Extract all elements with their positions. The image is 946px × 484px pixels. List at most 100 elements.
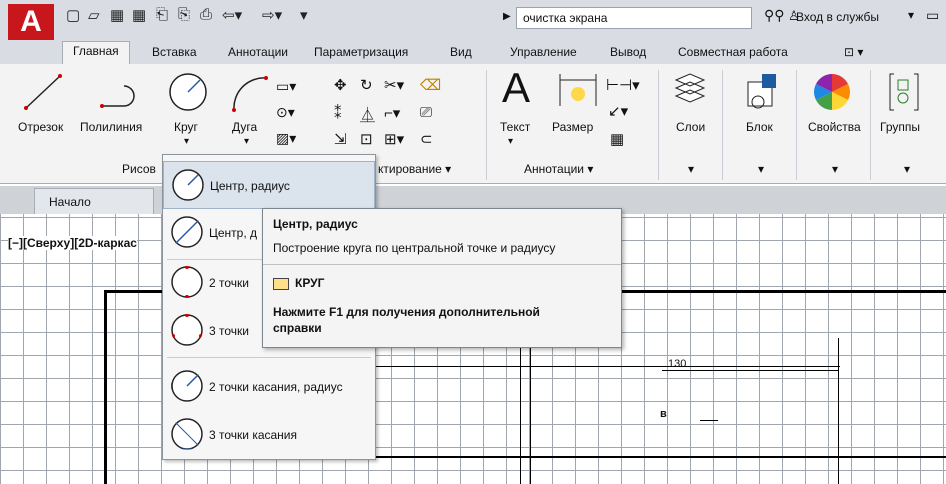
tooltip: Центр, радиус Построение круга по центра… <box>262 208 622 348</box>
panel-divider <box>722 70 723 180</box>
tool-label-circle[interactable]: Круг <box>174 120 198 134</box>
tab-insert[interactable]: Вставка <box>152 45 197 59</box>
save-icon[interactable]: ▦ <box>110 6 124 24</box>
quick-access-menu-icon[interactable]: ▾ <box>300 6 308 24</box>
tool-label-layers[interactable]: Слои <box>676 120 705 134</box>
tab-start[interactable]: Начало <box>34 188 154 214</box>
ellipse-icon[interactable]: ⊙▾ <box>276 104 295 121</box>
copy-icon[interactable]: ⁑ <box>334 104 342 122</box>
tooltip-command: КРУГ <box>295 276 325 290</box>
circle-tan-tan-radius-icon <box>171 370 203 402</box>
menu-item-tan-tan-tan[interactable]: 3 точки касания <box>163 411 375 459</box>
array-icon[interactable]: ⊞▾ <box>384 130 404 148</box>
panel-footer-layers[interactable]: ▾ <box>688 162 694 176</box>
undo-icon[interactable]: ⇦▾ <box>222 6 242 24</box>
tool-label-block[interactable]: Блок <box>746 120 773 134</box>
panel-footer-draw[interactable]: Рисов <box>122 162 156 176</box>
fillet-icon[interactable]: ⌐▾ <box>384 104 400 122</box>
arc-icon[interactable] <box>228 70 272 114</box>
tab-annotate[interactable]: Аннотации <box>228 45 288 59</box>
save-as-icon[interactable]: ▦ <box>132 6 146 24</box>
rotate-icon[interactable]: ↻ <box>360 76 373 94</box>
tab-collaborate[interactable]: Совместная работа <box>678 45 788 59</box>
properties-icon[interactable] <box>812 72 852 112</box>
binoculars-icon[interactable]: ⚲⚲ <box>764 7 785 24</box>
cart-icon[interactable]: ▭ <box>926 7 939 24</box>
tool-label-polyline[interactable]: Полилиния <box>80 120 142 134</box>
menu-item-center-radius[interactable]: Центр, радиус <box>163 161 375 209</box>
drawing-line <box>370 366 840 367</box>
signin-dropdown-icon[interactable]: ▾ <box>908 8 914 22</box>
panel-divider <box>796 70 797 180</box>
print-icon[interactable]: ⎙ <box>200 6 212 23</box>
open-file-icon[interactable]: ▱ <box>88 6 100 24</box>
tab-view[interactable]: Вид <box>450 45 472 59</box>
menu-item-label: Центр, д <box>209 226 258 240</box>
panel-footer-modify[interactable]: ктирование ▾ <box>378 162 451 176</box>
tab-manage[interactable]: Управление <box>510 45 577 59</box>
tool-label-properties[interactable]: Свойства <box>808 120 861 134</box>
viewport-controls-label[interactable]: [−][Сверху][2D-каркас <box>8 236 137 250</box>
circle-icon[interactable] <box>166 70 210 114</box>
circle-center-diameter-icon <box>171 216 203 248</box>
table-icon[interactable]: ▦ <box>610 130 624 148</box>
panel-divider <box>870 70 871 180</box>
search-input[interactable]: очистка экрана <box>516 7 752 29</box>
circle-2-points-icon <box>171 266 203 298</box>
panel-footer-block[interactable]: ▾ <box>758 162 764 176</box>
app-logo-button[interactable]: A <box>8 4 54 40</box>
panel-footer-annotation[interactable]: Аннотации ▾ <box>524 162 593 176</box>
tab-extra[interactable]: ⊡ ▾ <box>844 45 863 59</box>
circle-dropdown-icon[interactable]: ▾ <box>184 136 189 147</box>
tooltip-divider <box>263 264 621 265</box>
polyline-icon[interactable] <box>98 74 146 114</box>
dimension-icon[interactable] <box>556 72 600 108</box>
drawing-line <box>520 346 521 484</box>
new-file-icon[interactable]: ▢ <box>66 6 80 24</box>
drawing-line <box>838 338 839 484</box>
layers-icon[interactable] <box>672 70 708 110</box>
arrow-line <box>700 420 718 421</box>
scale-icon[interactable]: ⊡ <box>360 130 373 148</box>
menu-item-label: 3 точки касания <box>209 428 298 442</box>
tool-label-text[interactable]: Текст <box>500 120 530 134</box>
tab-output[interactable]: Вывод <box>610 45 646 59</box>
signin-button[interactable]: Вход в службы <box>796 10 879 24</box>
linear-dim-icon[interactable]: ⊢⊣▾ <box>606 76 640 94</box>
publish-icon[interactable]: ⎗ <box>156 6 168 23</box>
arc-dropdown-icon[interactable]: ▾ <box>244 136 249 147</box>
tool-label-dimension[interactable]: Размер <box>552 120 593 134</box>
section-label: в <box>660 408 667 420</box>
text-icon[interactable]: A <box>502 64 530 112</box>
menu-item-tan-tan-radius[interactable]: 2 точки касания, радиус <box>163 363 375 411</box>
panel-divider <box>658 70 659 180</box>
leader-icon[interactable]: ↙▾ <box>608 102 628 120</box>
explode-icon[interactable]: ⎚ <box>420 104 432 121</box>
tool-label-arc[interactable]: Дуга <box>232 120 257 134</box>
mirror-icon[interactable]: ⏅ <box>360 104 375 125</box>
rectangle-icon[interactable]: ▭▾ <box>276 78 296 95</box>
groups-icon[interactable] <box>886 72 922 112</box>
block-icon[interactable] <box>744 72 780 110</box>
panel-footer-groups[interactable]: ▾ <box>904 162 910 176</box>
menu-divider <box>167 357 371 358</box>
line-icon[interactable] <box>22 70 66 114</box>
offset-icon[interactable]: ⊂ <box>420 130 433 148</box>
dimension-line <box>662 370 838 371</box>
tab-home[interactable]: Главная <box>62 41 130 64</box>
hatch-icon[interactable]: ▨▾ <box>276 130 296 147</box>
stretch-icon[interactable]: ⇲ <box>334 130 347 148</box>
drawing-line <box>370 456 946 458</box>
tab-parametric[interactable]: Параметризация <box>314 45 408 59</box>
erase-icon[interactable]: ⌫ <box>420 76 441 94</box>
move-icon[interactable]: ✥ <box>334 76 347 94</box>
redo-icon[interactable]: ⇨▾ <box>262 6 282 24</box>
tool-label-groups[interactable]: Группы <box>880 120 920 134</box>
tool-label-line[interactable]: Отрезок <box>18 120 63 134</box>
search-expand-icon[interactable]: ▶ <box>503 11 511 22</box>
circle-tan-tan-tan-icon <box>171 418 203 450</box>
panel-footer-properties[interactable]: ▾ <box>832 162 838 176</box>
trim-icon[interactable]: ✂▾ <box>384 76 404 94</box>
text-dropdown-icon[interactable]: ▾ <box>508 136 513 147</box>
export-icon[interactable]: ⎘ <box>178 6 190 23</box>
